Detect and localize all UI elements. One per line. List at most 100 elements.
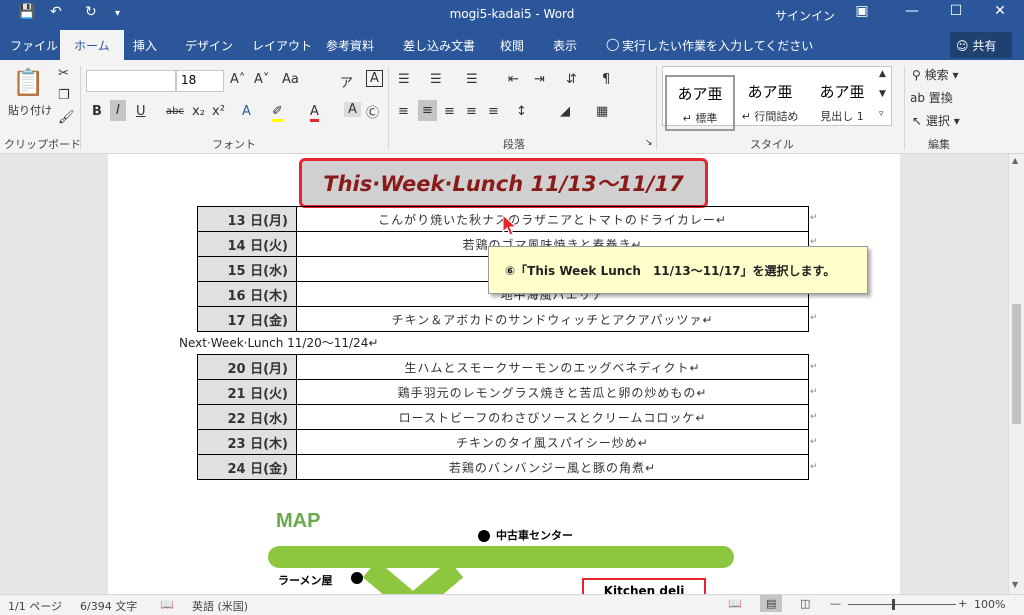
menu-cell[interactable]: チキンのタイ風スパイシー炒め↵: [296, 429, 809, 455]
menu-cell[interactable]: 鶏手羽元のレモングラス焼きと苦瓜と卵の炒めもの↵: [296, 379, 809, 405]
language[interactable]: 英語 (米国): [192, 598, 248, 614]
tab-view[interactable]: 表示: [553, 37, 577, 54]
shrink-font-icon[interactable]: A˅: [254, 72, 269, 87]
day-cell[interactable]: 17 日(金): [197, 306, 297, 332]
tab-file[interactable]: ファイル: [10, 37, 58, 54]
replace-icon[interactable]: ab 置換: [910, 89, 953, 106]
copy-icon[interactable]: ❐: [58, 88, 70, 103]
zoom-slider-thumb[interactable]: [892, 599, 895, 610]
align-right-icon[interactable]: ≡: [444, 104, 455, 119]
font-size-select[interactable]: 18: [176, 70, 224, 92]
day-cell[interactable]: 15 日(水): [197, 256, 297, 282]
day-cell[interactable]: 13 日(月): [197, 206, 297, 232]
day-cell[interactable]: 14 日(火): [197, 231, 297, 257]
paragraph-dialog-icon[interactable]: ↘: [645, 138, 653, 148]
multilevel-list-icon[interactable]: ☰: [466, 72, 478, 87]
select-icon[interactable]: ↖ 選択 ▾: [912, 112, 960, 129]
zoom-slider[interactable]: [848, 604, 956, 605]
web-layout-icon[interactable]: ◫: [800, 597, 810, 610]
numbering-icon[interactable]: ☰: [430, 72, 442, 87]
day-cell[interactable]: 20 日(月): [197, 354, 297, 380]
char-shading-icon[interactable]: A: [344, 102, 361, 117]
signin-link[interactable]: サインイン: [775, 7, 835, 24]
menu-cell[interactable]: こんがり焼いた秋ナスのラザニアとトマトのドライカレー↵: [296, 206, 809, 232]
share-button[interactable]: ☺ 共有: [950, 32, 1012, 58]
minimize-button[interactable]: —: [892, 3, 932, 19]
scroll-down-icon[interactable]: ▼: [1012, 580, 1018, 589]
paste-icon[interactable]: 📋: [12, 68, 44, 98]
zoom-level[interactable]: 100%: [974, 598, 1005, 611]
bullets-icon[interactable]: ☰: [398, 72, 410, 87]
underline-icon[interactable]: U: [136, 104, 146, 119]
zoom-out-icon[interactable]: —: [830, 597, 841, 610]
tab-mailings[interactable]: 差し込み文書: [403, 37, 475, 54]
menu-cell[interactable]: 若鶏のバンバンジー風と豚の角煮↵: [296, 454, 809, 480]
superscript-icon[interactable]: x²: [212, 104, 225, 119]
gallery-up-icon[interactable]: ▲: [879, 69, 886, 79]
sort-icon[interactable]: ⇵: [566, 72, 577, 87]
phonetic-guide-icon[interactable]: ア: [340, 72, 353, 91]
style-heading-1[interactable]: あア亜 見出し 1: [807, 75, 877, 131]
increase-indent-icon[interactable]: ⇥: [534, 72, 545, 87]
cut-icon[interactable]: ✂: [58, 66, 69, 81]
heading-text[interactable]: This·Week·Lunch 11/13～11/17: [323, 168, 683, 198]
distribute-icon[interactable]: ≡: [488, 104, 499, 119]
format-painter-icon[interactable]: 🖌: [58, 110, 75, 125]
line-spacing-icon[interactable]: ↕: [516, 104, 527, 119]
day-cell[interactable]: 16 日(木): [197, 281, 297, 307]
scroll-thumb[interactable]: [1012, 304, 1021, 424]
grow-font-icon[interactable]: A˄: [230, 72, 245, 87]
menu-cell[interactable]: チキン＆アボカドのサンドウィッチとアクアパッツァ↵: [296, 306, 809, 332]
tab-insert[interactable]: 挿入: [133, 37, 157, 54]
strikethrough-icon[interactable]: abc: [166, 106, 184, 117]
gallery-down-icon[interactable]: ▼: [879, 89, 886, 99]
char-border-icon[interactable]: A: [366, 70, 383, 87]
highlight-icon[interactable]: ✐: [272, 104, 283, 122]
borders-icon[interactable]: ▦: [596, 104, 608, 119]
shading-icon[interactable]: ◢: [560, 104, 570, 119]
tab-home[interactable]: ホーム: [60, 30, 124, 60]
tab-review[interactable]: 校閲: [500, 37, 524, 54]
style-normal[interactable]: あア亜 ↵ 標準: [665, 75, 735, 131]
italic-icon[interactable]: I: [110, 100, 126, 121]
tell-me-input[interactable]: 実行したい作業を入力してください: [622, 37, 813, 54]
scroll-up-icon[interactable]: ▲: [1012, 156, 1018, 165]
day-cell[interactable]: 23 日(木): [197, 429, 297, 455]
tab-references[interactable]: 参考資料: [326, 37, 374, 54]
close-button[interactable]: ✕: [980, 3, 1020, 19]
print-layout-icon[interactable]: ▤: [760, 595, 783, 612]
zoom-in-icon[interactable]: +: [958, 597, 967, 610]
change-case-icon[interactable]: Aa: [282, 72, 299, 87]
font-name-select[interactable]: [86, 70, 176, 92]
search-icon[interactable]: ⚲ 検索 ▾: [912, 66, 958, 83]
gallery-more-icon[interactable]: ▿: [879, 109, 884, 119]
proofing-icon[interactable]: 📖: [160, 598, 174, 611]
day-cell[interactable]: 22 日(水): [197, 404, 297, 430]
align-left-icon[interactable]: ≡: [398, 104, 409, 119]
show-marks-icon[interactable]: ¶: [602, 72, 610, 87]
style-no-spacing[interactable]: あア亜 ↵ 行間詰め: [735, 75, 805, 131]
day-cell[interactable]: 24 日(金): [197, 454, 297, 480]
paste-label[interactable]: 貼り付け: [8, 102, 52, 118]
word-count[interactable]: 6/394 文字: [80, 598, 137, 614]
day-cell[interactable]: 21 日(火): [197, 379, 297, 405]
ribbon-display-icon[interactable]: ▣: [842, 3, 882, 19]
subscript-icon[interactable]: x₂: [192, 104, 205, 119]
read-mode-icon[interactable]: 📖: [728, 597, 742, 610]
text-effects-icon[interactable]: A: [242, 104, 251, 119]
tab-layout[interactable]: レイアウト: [252, 37, 312, 54]
menu-cell[interactable]: 生ハムとスモークサーモンのエッグベネディクト↵: [296, 354, 809, 380]
heading-selection[interactable]: This·Week·Lunch 11/13～11/17: [299, 158, 708, 208]
decrease-indent-icon[interactable]: ⇤: [508, 72, 519, 87]
bold-icon[interactable]: B: [92, 104, 102, 119]
vertical-scrollbar[interactable]: ▲ ▼: [1008, 154, 1024, 594]
maximize-button[interactable]: ☐: [936, 3, 976, 19]
enclose-char-icon[interactable]: Ⓒ: [366, 102, 379, 121]
menu-cell[interactable]: ローストビーフのわさびソースとクリームコロッケ↵: [296, 404, 809, 430]
next-week-heading[interactable]: Next·Week·Lunch 11/20～11/24↵: [179, 334, 378, 351]
font-color-icon[interactable]: A: [310, 104, 319, 122]
align-center-icon[interactable]: ≡: [418, 100, 437, 121]
tab-design[interactable]: デザイン: [185, 37, 233, 54]
justify-icon[interactable]: ≡: [466, 104, 477, 119]
page-count[interactable]: 1/1 ページ: [8, 598, 62, 614]
